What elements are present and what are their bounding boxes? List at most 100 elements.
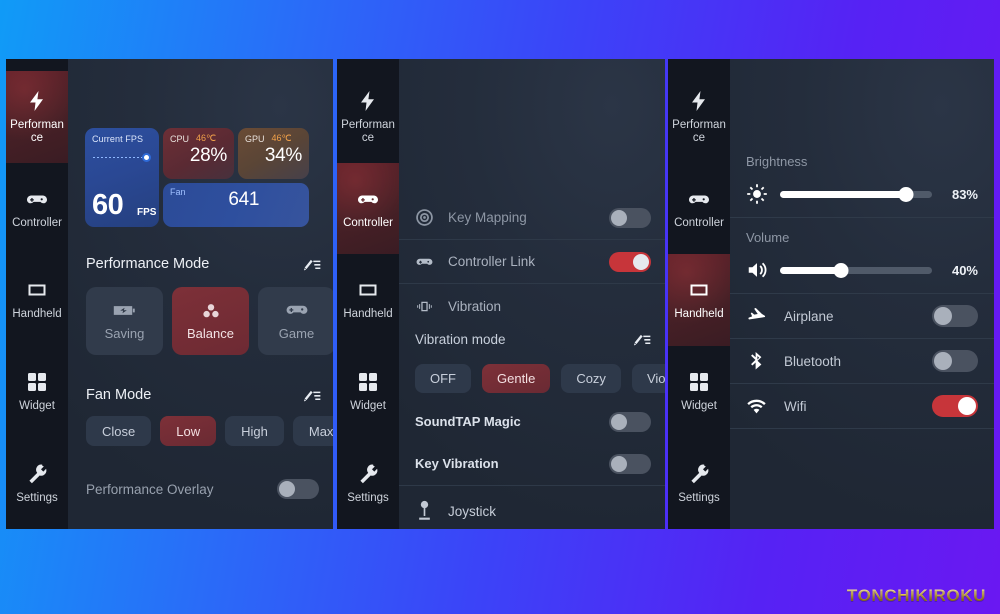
- sidebar-item-label: Widget: [350, 399, 386, 412]
- sidebar-item-controller[interactable]: Controller: [337, 163, 399, 255]
- airplane-row[interactable]: Airplane: [730, 294, 994, 339]
- balance-nodes-icon: [199, 302, 223, 319]
- performance-content: Current FPS 60 FPS CPU 46℃ 28% GPU 46℃ 3…: [68, 59, 333, 529]
- wrench-icon: [687, 462, 711, 486]
- vibration-row: Vibration: [399, 285, 665, 327]
- mode-option-saving[interactable]: Saving: [86, 287, 163, 355]
- gamepad-icon: [356, 187, 380, 211]
- sidebar-handheld-panel: Performance Controller Handheld Widget S…: [668, 59, 730, 529]
- sidebar-item-label: Handheld: [674, 308, 724, 321]
- sidebar-item-settings[interactable]: Settings: [337, 437, 399, 529]
- vibration-option-cozy[interactable]: Cozy: [561, 364, 621, 393]
- vibration-option-gentle[interactable]: Gentle: [482, 364, 551, 393]
- widget-grid-icon: [25, 370, 49, 394]
- bluetooth-label: Bluetooth: [784, 353, 842, 369]
- wifi-toggle[interactable]: [932, 395, 978, 417]
- bluetooth-icon: [746, 351, 772, 372]
- sidebar-item-handheld[interactable]: Handheld: [6, 254, 68, 346]
- airplane-icon: [746, 306, 772, 327]
- mode-option-label: Saving: [104, 325, 145, 341]
- edit-list-icon[interactable]: [303, 388, 321, 403]
- gamepad-icon: [415, 252, 437, 271]
- volume-slider-line: 40%: [746, 259, 978, 281]
- performance-overlay-label: Performance Overlay: [86, 481, 214, 497]
- fps-value: 60: [92, 189, 124, 221]
- handheld-panel: Performance Controller Handheld Widget S…: [668, 59, 994, 529]
- mode-option-game[interactable]: Game: [258, 287, 333, 355]
- key-mapping-toggle[interactable]: [609, 207, 651, 228]
- volume-slider-fill: [780, 266, 841, 274]
- soundtap-magic-toggle[interactable]: [609, 412, 651, 432]
- cpu-temp: 46℃: [196, 133, 217, 143]
- controller-link-row[interactable]: Controller Link: [399, 240, 665, 284]
- mode-option-label: Game: [278, 325, 315, 341]
- sidebar-item-settings[interactable]: Settings: [668, 437, 730, 529]
- sidebar-item-widget[interactable]: Widget: [337, 346, 399, 438]
- brightness-label: Brightness: [746, 154, 808, 169]
- performance-mode-title: Performance Mode: [86, 256, 210, 272]
- sidebar-item-label: Performance: [10, 118, 64, 144]
- joystick-row: Joystick: [415, 500, 496, 522]
- gpu-card: GPU 46℃ 34%: [238, 128, 309, 179]
- sidebar-item-label: Widget: [681, 399, 717, 412]
- edit-list-icon[interactable]: [633, 332, 651, 347]
- wrench-icon: [356, 462, 380, 486]
- key-mapping-row[interactable]: Key Mapping: [399, 196, 665, 240]
- controller-link-toggle[interactable]: [609, 251, 651, 272]
- fan-option-low[interactable]: Low: [160, 416, 217, 446]
- fps-sparkline: [92, 153, 152, 162]
- vibration-label: Vibration: [448, 298, 502, 314]
- sidebar-item-controller[interactable]: Controller: [6, 163, 68, 255]
- sidebar-item-performance[interactable]: Performance: [6, 71, 68, 163]
- key-vibration-toggle[interactable]: [609, 454, 651, 474]
- fan-option-close[interactable]: Close: [86, 416, 152, 446]
- volume-slider-knob[interactable]: [833, 262, 849, 278]
- brightness-slider-knob[interactable]: [898, 186, 914, 202]
- airplane-toggle[interactable]: [932, 305, 978, 327]
- fps-label: Current FPS: [92, 134, 144, 144]
- volume-slider-track[interactable]: [780, 262, 932, 278]
- vibration-option-off[interactable]: OFF: [415, 364, 471, 393]
- performance-mode-header: Performance Mode: [86, 256, 321, 272]
- brightness-slider-track[interactable]: [780, 186, 932, 202]
- sidebar-item-performance[interactable]: Performance: [668, 71, 730, 163]
- speaker-icon: [746, 259, 768, 281]
- bluetooth-row[interactable]: Bluetooth: [730, 339, 994, 384]
- sidebar-item-label: Performance: [341, 118, 395, 144]
- wifi-row[interactable]: Wifi: [730, 384, 994, 429]
- vibration-mode-title: Vibration mode: [415, 331, 506, 347]
- sidebar-item-widget[interactable]: Widget: [668, 346, 730, 438]
- handheld-icon: [356, 278, 380, 302]
- sidebar-item-handheld[interactable]: Handheld: [668, 254, 730, 346]
- battery-saving-icon: [113, 302, 137, 319]
- sidebar-item-label: Handheld: [12, 308, 62, 321]
- fan-option-max[interactable]: Max: [292, 416, 333, 446]
- sidebar-item-handheld[interactable]: Handheld: [337, 254, 399, 346]
- gpu-value: 34%: [264, 145, 302, 166]
- mode-option-balance[interactable]: Balance: [172, 287, 249, 355]
- stats-cards: Current FPS 60 FPS CPU 46℃ 28% GPU 46℃ 3…: [85, 128, 309, 227]
- cpu-card: CPU 46℃ 28%: [163, 128, 234, 179]
- fan-card: Fan 641: [163, 183, 309, 227]
- sidebar-item-label: Performance: [672, 118, 726, 144]
- volume-label: Volume: [746, 230, 790, 245]
- wifi-label: Wifi: [784, 398, 807, 414]
- sidebar-item-settings[interactable]: Settings: [6, 437, 68, 529]
- controller-content: Key Mapping Controller Link Vibration Vi…: [399, 59, 665, 529]
- fan-label: Fan: [170, 187, 186, 197]
- watermark: TONCHIKIROKU: [846, 586, 986, 605]
- fan-option-high[interactable]: High: [225, 416, 284, 446]
- gamepad-icon: [285, 302, 309, 319]
- brightness-slider-fill: [780, 190, 907, 198]
- sidebar-item-widget[interactable]: Widget: [6, 346, 68, 438]
- performance-mode-options: Saving Balance Game: [86, 287, 333, 355]
- sidebar-item-performance[interactable]: Performance: [337, 71, 399, 163]
- performance-overlay-toggle[interactable]: [277, 479, 319, 499]
- fan-value: 641: [228, 189, 260, 210]
- cpu-value: 28%: [189, 145, 227, 166]
- bluetooth-toggle[interactable]: [932, 350, 978, 372]
- volume-block: Volume 40%: [730, 218, 994, 294]
- edit-list-icon[interactable]: [303, 257, 321, 272]
- vibration-option-violent[interactable]: Violent: [631, 364, 665, 393]
- sidebar-item-controller[interactable]: Controller: [668, 163, 730, 255]
